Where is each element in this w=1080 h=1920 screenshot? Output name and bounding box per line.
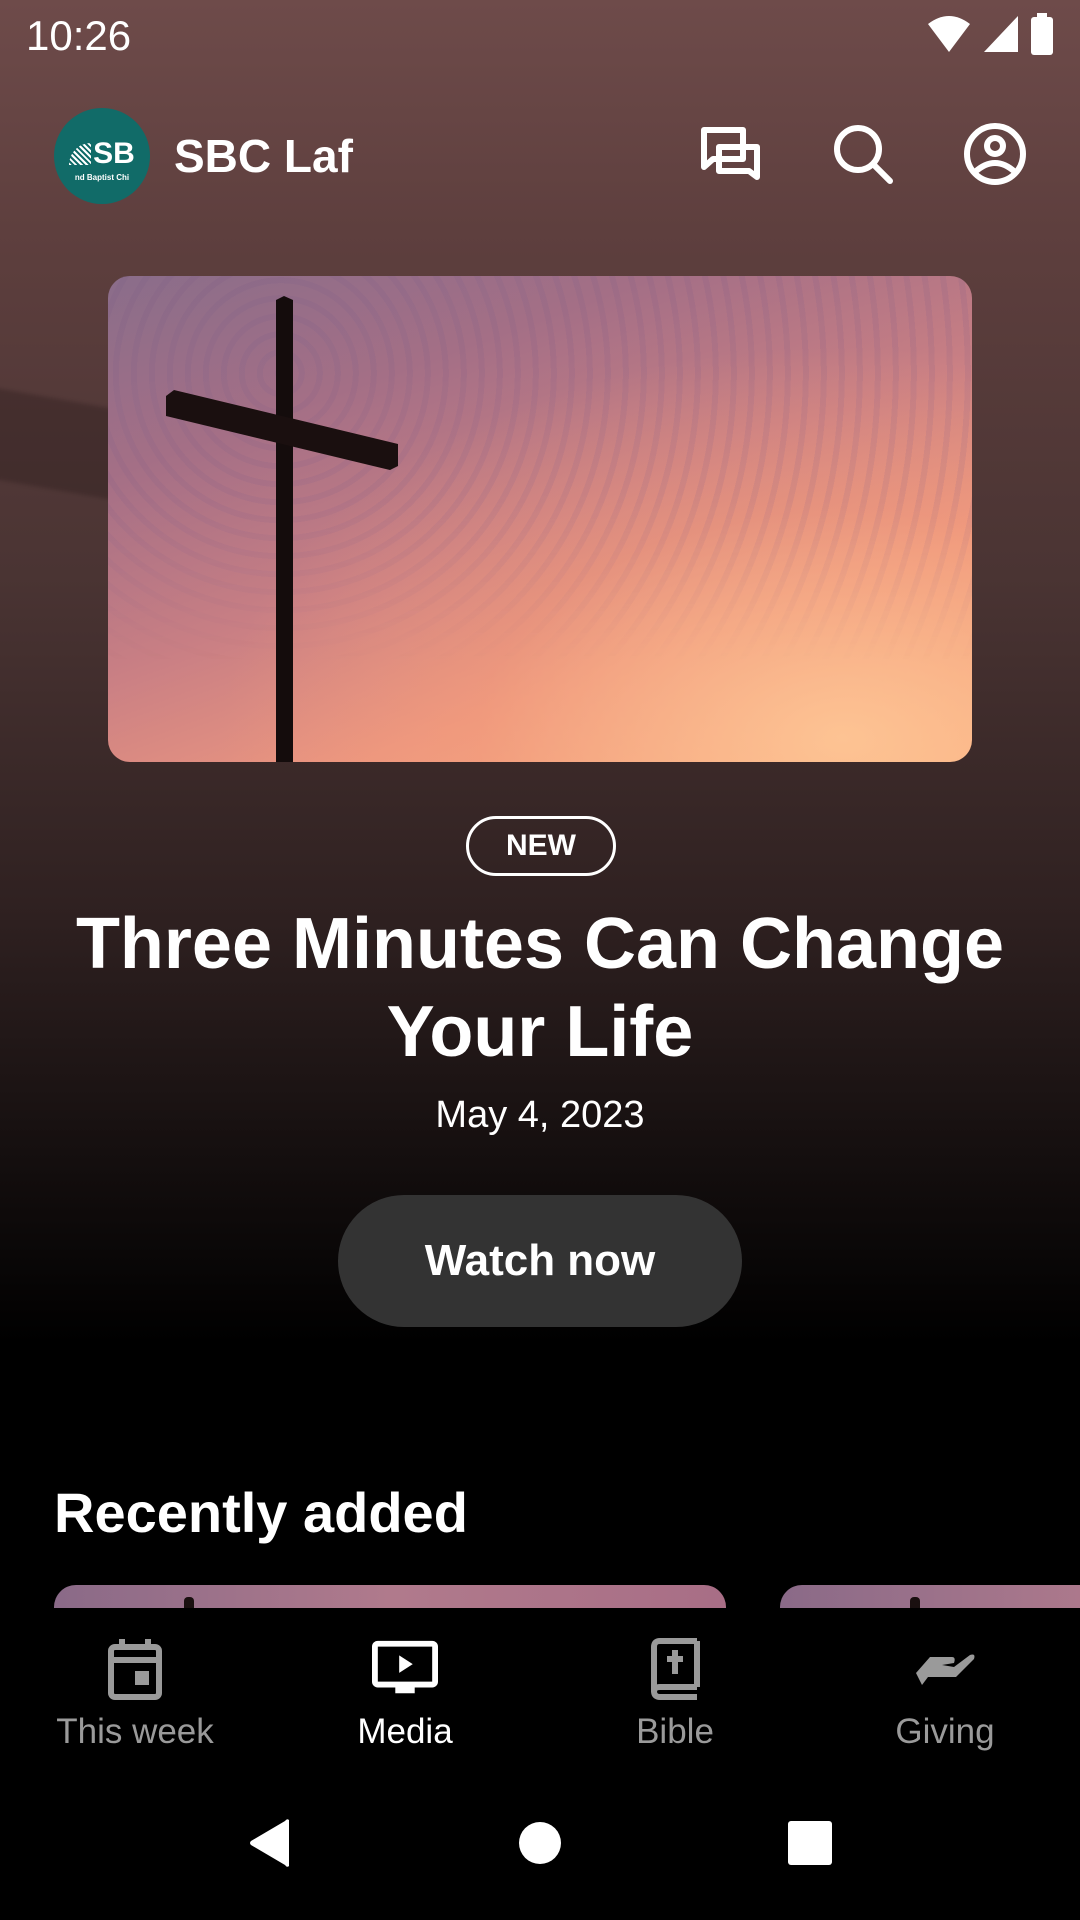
nav-label: Giving <box>895 1712 995 1751</box>
nav-label: This week <box>56 1712 214 1751</box>
nav-label: Bible <box>636 1712 714 1751</box>
system-home-button[interactable] <box>515 1820 565 1870</box>
header-actions <box>700 122 1026 187</box>
hero-title: Three Minutes Can Change Your Life <box>75 904 1005 1072</box>
watch-now-button[interactable]: Watch now <box>338 1195 742 1327</box>
status-icons <box>926 12 1054 60</box>
hero-image[interactable] <box>108 276 972 762</box>
search-icon <box>831 122 895 191</box>
chat-icon <box>699 125 763 188</box>
recently-added-rail[interactable] <box>54 1585 1080 1609</box>
giving-hand-icon <box>912 1636 978 1702</box>
bible-icon <box>642 1636 708 1702</box>
app-header: SB nd Baptist Chi SBC Laf <box>54 108 1026 204</box>
nav-item-this-week[interactable]: This week <box>0 1608 270 1760</box>
nav-item-giving[interactable]: Giving <box>810 1608 1080 1760</box>
status-time: 10:26 <box>26 12 132 59</box>
nav-label: Media <box>357 1712 453 1751</box>
recently-added-title: Recently added <box>54 1481 468 1544</box>
tv-play-icon <box>372 1636 438 1702</box>
status-bar: 10:26 <box>0 0 1080 72</box>
search-button[interactable] <box>832 124 894 187</box>
cross-silhouette-icon <box>166 296 398 762</box>
app-title: SBC Laf <box>174 130 353 182</box>
logo-mark: SB <box>69 137 135 171</box>
account-icon <box>963 122 1027 191</box>
system-back-button[interactable] <box>244 1818 294 1873</box>
media-card[interactable] <box>54 1585 726 1609</box>
account-button[interactable] <box>964 122 1026 187</box>
bottom-nav: This week Media Bible Giving <box>0 1608 1080 1760</box>
cellular-signal-icon <box>982 14 1020 59</box>
nav-item-bible[interactable]: Bible <box>540 1608 810 1760</box>
back-triangle-icon <box>247 1818 291 1873</box>
wifi-icon <box>926 14 972 59</box>
logo-arc-icon <box>69 142 92 165</box>
logo-subtitle: nd Baptist Chi <box>74 172 130 182</box>
hero-date: May 4, 2023 <box>435 1094 645 1136</box>
system-nav <box>0 1760 1080 1920</box>
nav-item-media[interactable]: Media <box>270 1608 540 1760</box>
system-recents-button[interactable] <box>785 1820 835 1870</box>
home-circle-icon <box>518 1821 562 1870</box>
church-logo[interactable]: SB nd Baptist Chi <box>54 108 150 204</box>
chat-button[interactable] <box>700 125 762 187</box>
media-card[interactable] <box>780 1585 1080 1609</box>
new-badge: NEW <box>466 816 616 876</box>
recents-square-icon <box>787 1820 833 1871</box>
battery-icon <box>1030 12 1054 60</box>
logo-initials: SB <box>93 136 135 170</box>
calendar-icon <box>102 1636 168 1702</box>
